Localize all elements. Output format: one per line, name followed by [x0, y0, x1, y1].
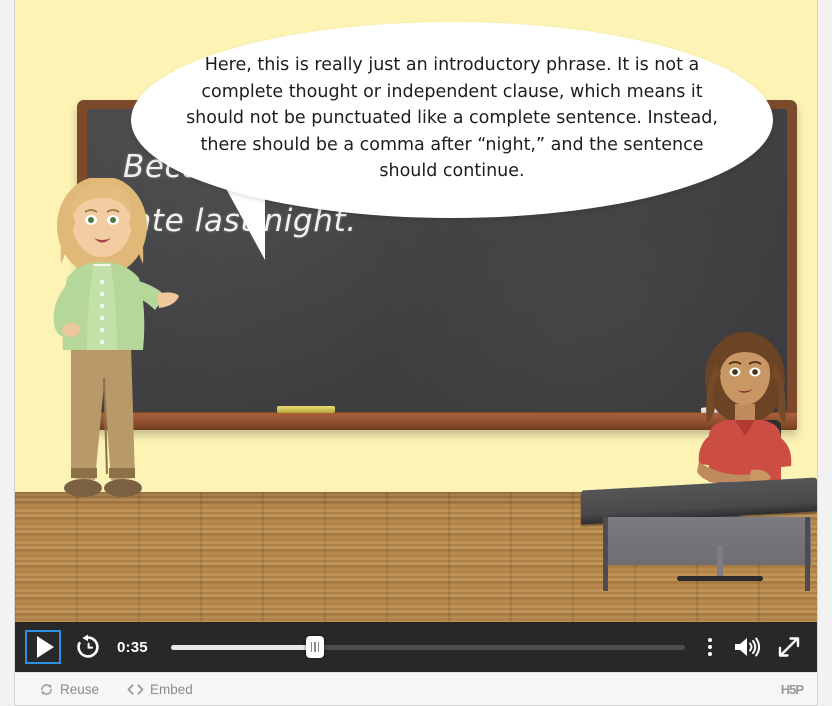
reuse-label: Reuse — [60, 681, 100, 697]
play-icon — [36, 636, 54, 658]
embed-label: Embed — [150, 681, 193, 697]
speech-bubble-text: Here, this is really just an introductor… — [186, 55, 718, 181]
seek-bar[interactable] — [171, 636, 685, 658]
chair-wheel-base — [677, 576, 763, 581]
embed-button[interactable]: Embed — [127, 682, 193, 697]
teacher-character — [53, 178, 179, 497]
play-button[interactable] — [25, 630, 61, 664]
h5p-logo[interactable]: H5P — [781, 682, 804, 697]
chair-post — [717, 546, 723, 578]
reuse-button[interactable]: Reuse — [39, 682, 99, 697]
fullscreen-icon[interactable] — [775, 633, 803, 661]
desk-leg-left — [603, 517, 608, 591]
dot — [708, 645, 712, 649]
dot — [708, 652, 712, 656]
volume-icon[interactable] — [731, 632, 763, 662]
h5p-player-shell: Because I was so tired from working late… — [14, 0, 818, 706]
fullscreen-glyph — [778, 637, 800, 657]
yellow-chalk — [277, 406, 335, 413]
seek-handle[interactable] — [305, 636, 324, 658]
current-time: 0:35 — [117, 638, 148, 656]
video-control-bar: 0:35 — [15, 622, 817, 672]
overflow-menu-icon[interactable] — [699, 632, 721, 662]
desk-leg-right — [805, 517, 810, 591]
embed-code-icon — [127, 683, 144, 695]
desk-front-panel — [603, 517, 811, 565]
video-stage[interactable]: Because I was so tired from working late… — [15, 0, 817, 622]
student-desk — [581, 477, 817, 592]
rewind-icon[interactable] — [73, 632, 103, 662]
dot — [708, 638, 712, 642]
reuse-icon — [41, 683, 52, 695]
h5p-footer: Reuse Embed H5P — [15, 672, 817, 705]
rewind-glyph — [77, 634, 99, 658]
speech-bubble: Here, this is really just an introductor… — [131, 22, 773, 218]
seek-progress — [171, 645, 315, 650]
volume-glyph — [735, 637, 761, 657]
